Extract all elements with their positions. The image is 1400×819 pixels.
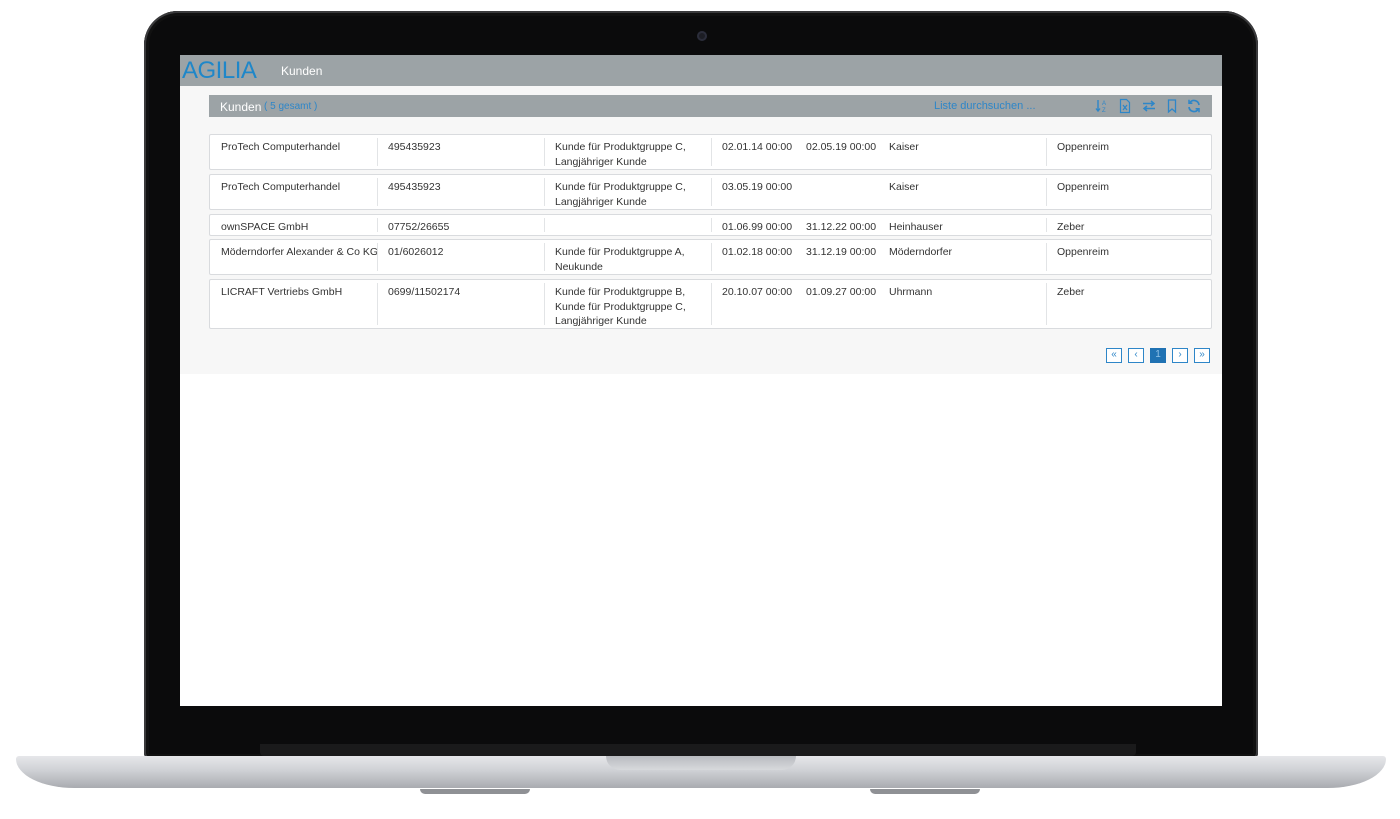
customer-name: Möderndorfer Alexander & Co KG	[221, 246, 378, 258]
svg-text:A: A	[1102, 101, 1106, 107]
date-from: 03.05.19 00:00	[722, 181, 793, 193]
customer-number: 07752/26655	[388, 221, 450, 233]
customer-group: Kunde für Produktgruppe C,	[555, 141, 686, 153]
column-divider	[544, 283, 545, 325]
column-divider	[1046, 138, 1047, 166]
sort-icon[interactable]: AZ	[1094, 98, 1110, 114]
swap-icon[interactable]	[1141, 98, 1157, 114]
customer-number: 495435923	[388, 181, 441, 193]
customer-group: Kunde für Produktgruppe A,	[555, 246, 685, 258]
list-panel-header: Kunden ( 5 gesamt ) AZ	[209, 95, 1212, 117]
customer-number: 495435923	[388, 141, 441, 153]
column-divider	[1046, 243, 1047, 271]
record-count: ( 5 gesamt )	[264, 101, 318, 112]
column-divider	[711, 243, 712, 271]
contact-person: Möderndorfer	[889, 246, 953, 258]
column-divider	[544, 138, 545, 166]
contact-person: Heinhauser	[889, 221, 943, 233]
agilia-logo[interactable]: AGILIA	[182, 58, 257, 84]
bookmark-icon[interactable]	[1164, 98, 1180, 114]
date-from: 02.01.14 00:00	[722, 141, 793, 153]
column-divider	[544, 178, 545, 206]
app-header: AGILIA Kunden	[180, 55, 1222, 86]
laptop-foot	[870, 789, 980, 794]
list-search-input[interactable]	[934, 98, 1074, 114]
customer-name: LICRAFT Vertriebs GmbH	[221, 286, 343, 298]
column-divider	[377, 283, 378, 325]
contact-person: Kaiser	[889, 141, 919, 153]
column-divider	[377, 243, 378, 271]
customer-name: ownSPACE GmbH	[221, 221, 309, 233]
prev-page-button[interactable]: ‹	[1128, 348, 1144, 363]
city: Zeber	[1057, 286, 1085, 298]
column-divider	[544, 218, 545, 232]
laptop-notch	[606, 756, 796, 770]
customer-name: ProTech Computerhandel	[221, 141, 341, 153]
table-row[interactable]: ProTech Computerhandel 495435923 Kunde f…	[209, 134, 1212, 170]
column-divider	[544, 243, 545, 271]
table-row[interactable]: LICRAFT Vertriebs GmbH 0699/11502174 Kun…	[209, 279, 1212, 329]
date-from: 20.10.07 00:00	[722, 286, 793, 298]
screen: AGILIA Kunden Kunden ( 5 gesamt ) AZ Pro…	[180, 55, 1222, 706]
column-divider	[711, 178, 712, 206]
panel-title: Kunden	[220, 100, 262, 114]
column-divider	[711, 218, 712, 232]
app-title: Kunden	[281, 64, 323, 78]
excel-export-icon[interactable]	[1117, 98, 1133, 114]
customer-group: Neukunde	[555, 260, 603, 273]
date-to: 31.12.19 00:00	[806, 246, 877, 258]
column-divider	[377, 178, 378, 206]
contact-person: Kaiser	[889, 181, 919, 193]
city: Oppenreim	[1057, 141, 1109, 153]
page-button-current[interactable]: 1	[1150, 348, 1166, 363]
customer-group: Kunde für Produktgruppe C,	[555, 300, 686, 313]
customer-number: 01/6026012	[388, 246, 444, 258]
table-row[interactable]: ProTech Computerhandel 495435923 Kunde f…	[209, 174, 1212, 210]
date-to: 01.09.27 00:00	[806, 286, 877, 298]
column-divider	[1046, 218, 1047, 232]
next-page-button[interactable]: ›	[1172, 348, 1188, 363]
date-from: 01.02.18 00:00	[722, 246, 793, 258]
date-to: 31.12.22 00:00	[806, 221, 877, 233]
city: Zeber	[1057, 221, 1085, 233]
column-divider	[1046, 178, 1047, 206]
column-divider	[377, 218, 378, 232]
table-row[interactable]: ownSPACE GmbH 07752/26655 01.06.99 00:00…	[209, 214, 1212, 236]
city: Oppenreim	[1057, 246, 1109, 258]
customer-group: Langjähriger Kunde	[555, 315, 647, 327]
last-page-button[interactable]: »	[1194, 348, 1210, 363]
laptop-foot	[420, 789, 530, 794]
customer-number: 0699/11502174	[388, 286, 461, 298]
city: Oppenreim	[1057, 181, 1109, 193]
refresh-icon[interactable]	[1186, 98, 1202, 114]
customer-group: Langjähriger Kunde	[555, 195, 647, 208]
column-divider	[377, 138, 378, 166]
column-divider	[711, 283, 712, 325]
table-row[interactable]: Möderndorfer Alexander & Co KG 01/602601…	[209, 239, 1212, 275]
column-divider	[711, 138, 712, 166]
date-from: 01.06.99 00:00	[722, 221, 793, 233]
customer-group: Langjähriger Kunde	[555, 155, 647, 168]
column-divider	[1046, 283, 1047, 325]
contact-person: Uhrmann	[889, 286, 933, 298]
camera-icon	[697, 31, 707, 41]
customer-group: Kunde für Produktgruppe C,	[555, 181, 686, 193]
first-page-button[interactable]: «	[1106, 348, 1122, 363]
date-to: 02.05.19 00:00	[806, 141, 877, 153]
customer-group: Kunde für Produktgruppe B,	[555, 286, 686, 298]
customer-name: ProTech Computerhandel	[221, 181, 341, 193]
svg-text:Z: Z	[1102, 108, 1106, 114]
laptop-hinge	[260, 744, 1136, 756]
